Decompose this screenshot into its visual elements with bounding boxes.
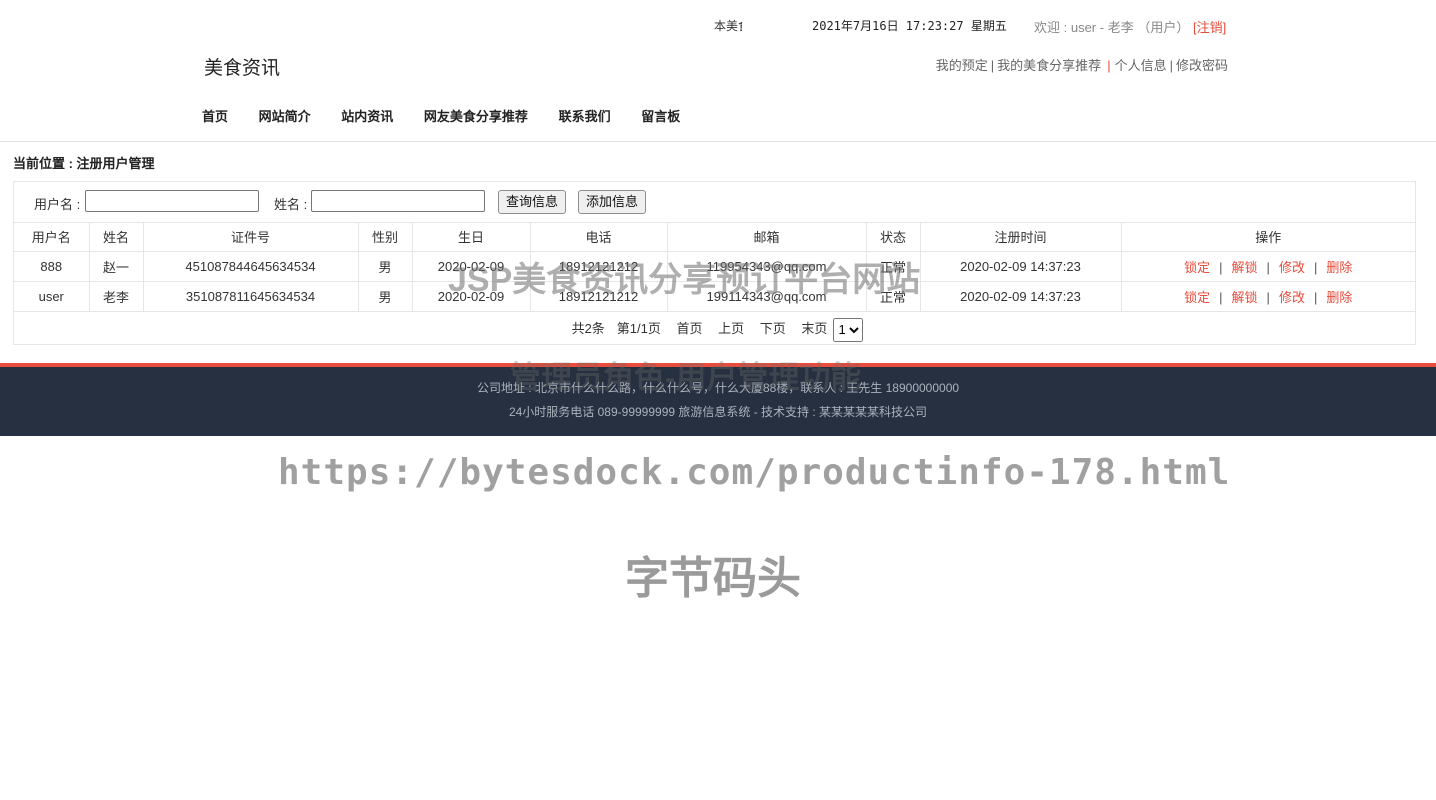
- cell-gender: 男: [357, 281, 413, 312]
- action-separator: |: [1219, 290, 1223, 305]
- column-header: 用户名: [14, 222, 90, 252]
- footer-address: 公司地址 : 北京市什么什么路，什么什么号，什么大厦88楼，联系人 : 王先生 …: [476, 381, 960, 395]
- action-separator: |: [1266, 260, 1270, 275]
- watermark-url: https://bytesdock.com/productinfo-178.ht…: [278, 452, 1231, 493]
- footer: 公司地址 : 北京市什么什么路，什么什么号，什么大厦88楼，联系人 : 王先生 …: [0, 363, 1436, 436]
- nav-item-home[interactable]: 首页: [202, 109, 228, 124]
- users-table: 用户名 姓名 证件号 性别 生日 电话 邮箱 状态 注册时间 操作 888 赵一…: [14, 222, 1415, 312]
- add-button[interactable]: 添加信息: [578, 190, 647, 214]
- nav-item-contact[interactable]: 联系我们: [559, 109, 611, 124]
- action-separator: |: [1219, 260, 1223, 275]
- column-header: 性别: [357, 222, 413, 252]
- separator: |: [990, 58, 995, 73]
- search-bar: 用户名 : 姓名 : 查询信息 添加信息: [14, 182, 1415, 223]
- lock-link[interactable]: 锁定: [1184, 290, 1210, 305]
- column-header: 姓名: [88, 222, 144, 252]
- column-header: 操作: [1120, 222, 1415, 252]
- column-header: 电话: [529, 222, 668, 252]
- nav-item-news[interactable]: 站内资讯: [341, 109, 393, 124]
- cell-gender: 男: [357, 251, 413, 282]
- cell-register-time: 2020-02-09 14:37:23: [919, 281, 1122, 312]
- page-select[interactable]: 1: [833, 317, 864, 342]
- user-management-panel: 用户名 : 姓名 : 查询信息 添加信息 用户名 姓名 证件号 性别 生日 电话…: [13, 181, 1416, 345]
- pager-prev[interactable]: 上页: [718, 321, 744, 336]
- nav-item-about[interactable]: 网站简介: [259, 109, 311, 124]
- welcome-prefix: 欢迎 :: [1034, 20, 1071, 35]
- pager-last[interactable]: 末页: [801, 321, 827, 336]
- column-header: 邮箱: [666, 222, 867, 252]
- top-info-bar: 本美食资讯分享预订平台 2021年7月16日 17:23:27 星期五 欢迎 :…: [0, 14, 1436, 36]
- delete-link[interactable]: 删除: [1326, 290, 1352, 305]
- unlock-link[interactable]: 解锁: [1232, 290, 1258, 305]
- nav-item-guestbook[interactable]: 留言板: [641, 109, 680, 124]
- cell-email: 119954343@qq.com: [666, 251, 867, 282]
- quicklink-my-food-share[interactable]: 我的美食分享推荐: [997, 58, 1101, 73]
- welcome-text: 欢迎 : user - 老李 （用户） [注销]: [1034, 17, 1226, 36]
- edit-link[interactable]: 修改: [1279, 260, 1305, 275]
- quicklink-change-password[interactable]: 修改密码: [1176, 58, 1228, 73]
- pager-total: 共2条: [571, 321, 605, 336]
- footer-service: 24小时服务电话 089-99999999 旅游信息系统 - 技术支持 : 某某…: [508, 405, 928, 419]
- username-label: 用户名 :: [34, 197, 81, 212]
- cell-actions: 锁定 | 解锁 | 修改 | 删除: [1120, 281, 1415, 312]
- table-header-row: 用户名 姓名 证件号 性别 生日 电话 邮箱 状态 注册时间 操作: [14, 222, 1415, 252]
- pager-first[interactable]: 首页: [677, 321, 703, 336]
- header-divider: [0, 141, 1436, 142]
- cell-id-number: 351087811645634534: [142, 281, 359, 312]
- column-header: 证件号: [142, 222, 359, 252]
- cell-birthday: 2020-02-09: [411, 281, 531, 312]
- action-separator: |: [1313, 260, 1318, 275]
- lock-link[interactable]: 锁定: [1184, 260, 1210, 275]
- cell-actions: 锁定 | 解锁 | 修改 | 删除: [1120, 251, 1415, 282]
- watermark-brand: 字节码头: [625, 554, 801, 603]
- main-nav: 首页 网站简介 站内资讯 网友美食分享推荐 联系我们 留言板: [202, 106, 707, 125]
- site-title: 美食资讯: [204, 58, 281, 79]
- column-header: 生日: [411, 222, 531, 252]
- cell-status: 正常: [865, 281, 921, 312]
- user-quicklinks: 我的预定 | 我的美食分享推荐 | 个人信息 | 修改密码: [936, 55, 1228, 74]
- welcome-role: （用户）: [1133, 20, 1193, 35]
- cell-register-time: 2020-02-09 14:37:23: [919, 251, 1122, 282]
- welcome-dash: -: [1096, 20, 1108, 35]
- scrolling-notice: 本美食资讯分享预订平台: [714, 19, 742, 33]
- edit-link[interactable]: 修改: [1279, 290, 1305, 305]
- quicklink-profile[interactable]: 个人信息: [1115, 58, 1167, 73]
- nav-item-food-share[interactable]: 网友美食分享推荐: [424, 109, 528, 124]
- column-header: 状态: [865, 222, 921, 252]
- pager-next[interactable]: 下页: [760, 321, 786, 336]
- pagination: 共2条 第1/1页 首页 上页 下页 末页 1: [14, 313, 1415, 345]
- name-search-input[interactable]: [311, 190, 485, 212]
- table-row: 888 赵一 451087844645634534 男 2020-02-09 1…: [14, 251, 1415, 282]
- cell-birthday: 2020-02-09: [411, 251, 531, 282]
- table-row: user 老李 351087811645634534 男 2020-02-09 …: [14, 281, 1415, 312]
- unlock-link[interactable]: 解锁: [1232, 260, 1258, 275]
- separator: |: [1107, 58, 1111, 73]
- breadcrumb: 当前位置 : 注册用户管理: [13, 156, 155, 171]
- name-label: 姓名 :: [274, 197, 308, 212]
- cell-email: 199114343@qq.com: [666, 281, 867, 312]
- separator: |: [1169, 58, 1173, 73]
- pager-page-info: 第1/1页: [616, 321, 661, 336]
- username-search-input[interactable]: [85, 190, 259, 212]
- query-button[interactable]: 查询信息: [498, 190, 567, 214]
- current-datetime: 2021年7月16日 17:23:27 星期五: [812, 19, 1007, 33]
- cell-phone: 18912121212: [529, 251, 668, 282]
- action-separator: |: [1313, 290, 1318, 305]
- cell-status: 正常: [865, 251, 921, 282]
- cell-username: 888: [14, 251, 90, 282]
- cell-name: 老李: [88, 281, 144, 312]
- delete-link[interactable]: 删除: [1326, 260, 1352, 275]
- action-separator: |: [1266, 290, 1270, 305]
- cell-id-number: 451087844645634534: [142, 251, 359, 282]
- cell-username: user: [14, 281, 90, 312]
- welcome-realname: 老李: [1107, 20, 1134, 35]
- column-header: 注册时间: [919, 222, 1122, 252]
- quicklink-my-booking[interactable]: 我的预定: [936, 58, 988, 73]
- welcome-username: user: [1070, 20, 1097, 35]
- logout-link[interactable]: [注销]: [1193, 20, 1226, 35]
- cell-phone: 18912121212: [529, 281, 668, 312]
- cell-name: 赵一: [88, 251, 144, 282]
